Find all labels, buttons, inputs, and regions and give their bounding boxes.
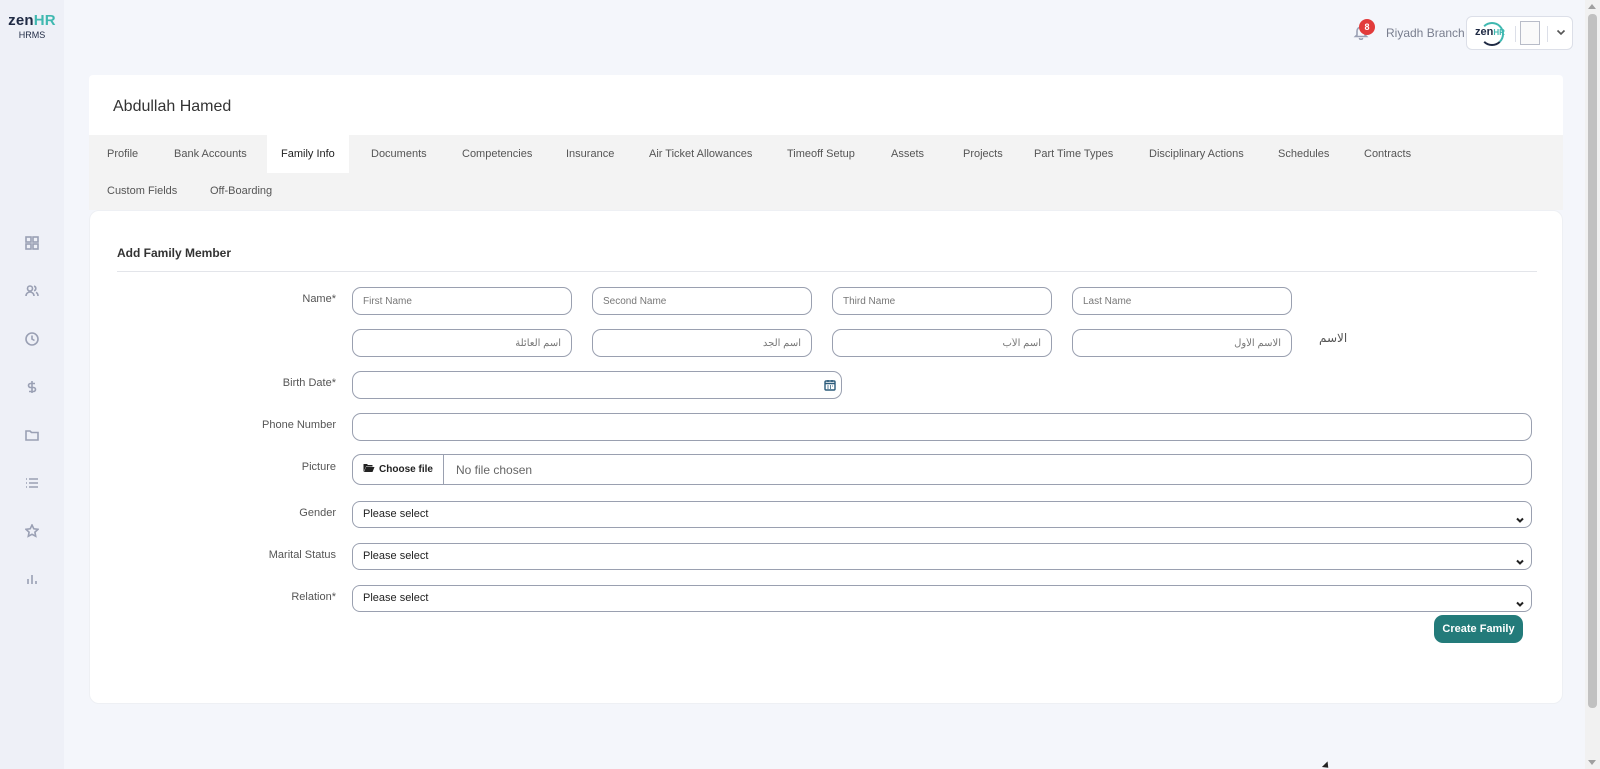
tab-profile[interactable]: Profile: [93, 135, 152, 173]
tab-projects[interactable]: Projects: [949, 135, 1017, 173]
grandfather-name-ar-input[interactable]: [592, 329, 812, 357]
company-logo-text: zen: [1475, 26, 1494, 38]
family-name-ar-input[interactable]: [352, 329, 572, 357]
folder-open-icon: [363, 462, 375, 477]
employee-header: Abdullah Hamed Profile Bank Accounts Fam…: [89, 75, 1563, 210]
create-family-button[interactable]: Create Family: [1434, 615, 1523, 643]
chevron-down-icon: [1515, 594, 1525, 607]
tab-disciplinary-actions[interactable]: Disciplinary Actions: [1135, 135, 1258, 173]
chevron-down-icon: [1515, 552, 1525, 565]
branch-name[interactable]: Riyadh Branch: [1386, 26, 1465, 40]
gender-select[interactable]: Please select: [352, 501, 1532, 528]
second-name-input[interactable]: [592, 287, 812, 315]
relation-select[interactable]: Please select: [352, 585, 1532, 612]
star-icon[interactable]: [21, 520, 43, 542]
birth-date-label-text: Birth Date: [282, 377, 332, 389]
marital-status-select-value: Please select: [363, 550, 429, 562]
phone-input[interactable]: [352, 413, 1532, 441]
required-mark: *: [331, 591, 336, 603]
bar-chart-icon[interactable]: [21, 568, 43, 590]
chevron-down-icon: [1515, 510, 1525, 523]
family-member-form: Add Family Member Name* الاسم Birth Date…: [89, 210, 1563, 704]
logo-subtitle: HRMS: [18, 30, 46, 40]
relation-select-value: Please select: [363, 592, 429, 604]
people-icon[interactable]: [21, 280, 43, 302]
tab-family-info[interactable]: Family Info: [267, 135, 349, 173]
section-title: Add Family Member: [117, 246, 232, 260]
marital-status-select[interactable]: Please select: [352, 543, 1532, 570]
last-name-input[interactable]: [1072, 287, 1292, 315]
logo-text: zen: [8, 12, 34, 29]
avatar: [1520, 21, 1540, 45]
arabic-name-label: الاسم: [1319, 331, 1348, 345]
required-mark: *: [331, 293, 336, 305]
tab-bar: Profile Bank Accounts Family Info Docume…: [89, 135, 1563, 210]
logo-accent: HR: [33, 12, 56, 29]
divider: [117, 271, 1537, 272]
birth-date-input[interactable]: [352, 371, 842, 399]
divider: [1547, 26, 1548, 42]
gender-label: Gender: [299, 507, 336, 519]
file-status: No file chosen: [456, 463, 533, 477]
relation-label-text: Relation: [291, 591, 332, 603]
tab-custom-fields[interactable]: Custom Fields: [93, 172, 191, 210]
scroll-down-arrow[interactable]: [1588, 760, 1596, 765]
name-label: Name*: [302, 293, 336, 305]
marital-status-label: Marital Status: [268, 549, 336, 561]
tab-assets[interactable]: Assets: [877, 135, 938, 173]
tab-air-ticket-allowances[interactable]: Air Ticket Allowances: [635, 135, 766, 173]
zenhr-logo[interactable]: zenHR HRMS: [0, 12, 64, 40]
gender-select-value: Please select: [363, 508, 429, 520]
dollar-icon[interactable]: [21, 376, 43, 398]
tab-part-time-types[interactable]: Part Time Types: [1020, 135, 1127, 173]
company-logo: zenHR: [1475, 26, 1505, 38]
scroll-up-arrow[interactable]: [1588, 4, 1596, 9]
scroll-thumb[interactable]: [1588, 14, 1597, 708]
account-menu[interactable]: zenHR: [1466, 16, 1573, 50]
tab-contracts[interactable]: Contracts: [1350, 135, 1425, 173]
phone-label: Phone Number: [262, 419, 336, 431]
picture-label: Picture: [301, 461, 336, 473]
first-name-ar-input[interactable]: [1072, 329, 1292, 357]
notification-badge: 8: [1359, 19, 1375, 35]
folder-icon[interactable]: [21, 424, 43, 446]
chevron-down-icon: [1555, 26, 1567, 38]
picture-file-input[interactable]: Choose file No file chosen: [352, 454, 1532, 485]
divider: [1515, 26, 1516, 42]
third-name-input[interactable]: [832, 287, 1052, 315]
tab-off-boarding[interactable]: Off-Boarding: [196, 172, 286, 210]
clock-icon[interactable]: [21, 328, 43, 350]
choose-file-label: Choose file: [379, 464, 433, 475]
mouse-cursor: [1321, 761, 1332, 769]
father-name-ar-input[interactable]: [832, 329, 1052, 357]
sidebar: zenHR HRMS: [0, 0, 64, 769]
calendar-icon[interactable]: [824, 379, 836, 391]
tab-insurance[interactable]: Insurance: [552, 135, 628, 173]
name-label-text: Name: [302, 293, 332, 305]
required-mark: *: [331, 377, 336, 389]
first-name-input[interactable]: [352, 287, 572, 315]
tab-competencies[interactable]: Competencies: [448, 135, 546, 173]
tab-timeoff-setup[interactable]: Timeoff Setup: [773, 135, 869, 173]
scrollbar[interactable]: [1585, 0, 1600, 769]
relation-label: Relation*: [291, 591, 336, 603]
birth-date-label: Birth Date*: [283, 377, 336, 389]
list-icon[interactable]: [21, 472, 43, 494]
tab-schedules[interactable]: Schedules: [1264, 135, 1343, 173]
tab-documents[interactable]: Documents: [357, 135, 441, 173]
choose-file-button[interactable]: Choose file: [353, 455, 444, 484]
company-logo-accent: HR: [1493, 28, 1505, 37]
tab-bank-accounts[interactable]: Bank Accounts: [160, 135, 261, 173]
page-title: Abdullah Hamed: [113, 98, 232, 115]
dashboard-icon[interactable]: [21, 232, 43, 254]
